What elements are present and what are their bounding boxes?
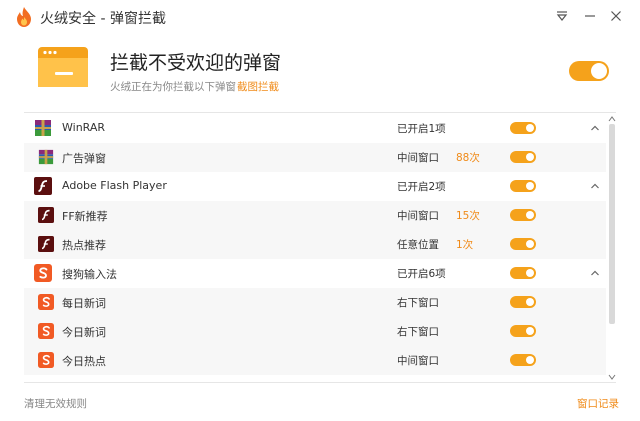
chevron-up-icon[interactable] — [589, 122, 601, 134]
rule-row[interactable]: 热点推荐 任意位置 1次 — [24, 230, 606, 259]
chevron-up-icon[interactable] — [589, 180, 601, 192]
page-subtitle: 火绒正在为你拦截以下弹窗 — [110, 81, 236, 93]
rule-switch[interactable] — [510, 296, 536, 308]
app-name: 搜狗输入法 — [62, 268, 117, 281]
rule-name: 今日热点 — [62, 355, 106, 368]
rule-name: 广告弹窗 — [62, 152, 106, 165]
master-switch-knob — [591, 63, 607, 79]
sogou-icon — [38, 294, 54, 310]
popup-rule-list: WinRAR 已开启1项 广告弹窗 中间窗口 88次 Adobe Flash Player… — [24, 114, 606, 382]
rule-switch[interactable] — [510, 354, 536, 366]
header: 拦截不受欢迎的弹窗 火绒正在为你拦截以下弹窗 截图拦截 — [0, 34, 640, 110]
rule-name: FF新推荐 — [62, 210, 108, 223]
scroll-thumb[interactable] — [609, 124, 615, 324]
popup-position: 中间窗口 — [397, 210, 439, 222]
window-title: 火绒安全 - 弹窗拦截 — [40, 11, 166, 27]
screenshot-block-link[interactable]: 截图拦截 — [237, 79, 279, 94]
popup-position: 右下窗口 — [397, 297, 439, 309]
switch-knob — [526, 240, 534, 248]
app-name: Adobe Flash Player — [62, 179, 167, 192]
rule-name: 每日新词 — [62, 297, 106, 310]
master-switch-track — [569, 61, 609, 81]
switch-track — [510, 238, 536, 250]
rule-row[interactable]: 广告弹窗 中间窗口 88次 — [24, 143, 606, 172]
master-switch[interactable] — [569, 61, 609, 81]
switch-track — [510, 122, 536, 134]
menu-dropdown-icon — [556, 11, 568, 21]
switch-track — [510, 209, 536, 221]
scrollbar[interactable] — [607, 114, 616, 382]
huorong-logo-icon — [17, 7, 31, 27]
menu-dropdown-button[interactable] — [554, 8, 570, 24]
switch-track — [510, 267, 536, 279]
rule-switch[interactable] — [510, 151, 536, 163]
app-switch[interactable] — [510, 267, 536, 279]
switch-knob — [526, 298, 534, 306]
switch-knob — [526, 211, 534, 219]
enabled-count: 已开启6项 — [397, 268, 446, 280]
close-icon — [611, 11, 621, 21]
popup-position: 中间窗口 — [397, 152, 439, 164]
switch-knob — [526, 153, 534, 161]
app-switch[interactable] — [510, 122, 536, 134]
sogou-icon — [38, 323, 54, 339]
app-switch[interactable] — [510, 180, 536, 192]
popup-position: 右下窗口 — [397, 326, 439, 338]
winrar-icon — [34, 119, 52, 137]
scroll-up-icon[interactable] — [608, 115, 616, 123]
rule-row[interactable]: 每日新词 右下窗口 — [24, 288, 606, 317]
app-group-row[interactable]: WinRAR 已开启1项 — [24, 114, 606, 143]
chevron-up-icon[interactable] — [589, 267, 601, 279]
rule-switch[interactable] — [510, 209, 536, 221]
flash-icon — [38, 207, 54, 223]
switch-knob — [526, 182, 534, 190]
page-title: 拦截不受欢迎的弹窗 — [110, 52, 282, 74]
switch-knob — [526, 124, 534, 132]
scroll-down-icon[interactable] — [608, 373, 616, 381]
flash-icon — [38, 236, 54, 252]
popup-position: 中间窗口 — [397, 355, 439, 367]
switch-track — [510, 180, 536, 192]
switch-track — [510, 354, 536, 366]
switch-knob — [526, 356, 534, 364]
minimize-icon — [585, 15, 595, 17]
rule-switch[interactable] — [510, 238, 536, 250]
close-button[interactable] — [608, 8, 624, 24]
winrar-icon — [38, 149, 54, 165]
switch-knob — [526, 269, 534, 277]
enabled-count: 已开启2项 — [397, 181, 446, 193]
rule-name: 热点推荐 — [62, 239, 106, 252]
app-group-row[interactable]: Adobe Flash Player 已开启2项 — [24, 172, 606, 201]
rule-row[interactable]: 今日新词 右下窗口 — [24, 317, 606, 346]
block-count: 15次 — [456, 210, 480, 222]
block-count: 1次 — [456, 239, 474, 251]
app-name: WinRAR — [62, 121, 106, 134]
switch-track — [510, 151, 536, 163]
popup-window-icon — [38, 47, 88, 87]
minimize-button[interactable] — [582, 8, 598, 24]
footer-divider — [24, 382, 616, 383]
title-bar: 火绒安全 - 弹窗拦截 — [0, 0, 640, 34]
clean-invalid-rules-link[interactable]: 清理无效规则 — [24, 396, 87, 411]
window-records-link[interactable]: 窗口记录 — [577, 396, 619, 411]
header-divider — [24, 112, 616, 113]
switch-track — [510, 325, 536, 337]
flash-icon — [34, 177, 52, 195]
rule-row[interactable]: FF新推荐 中间窗口 15次 — [24, 201, 606, 230]
enabled-count: 已开启1项 — [397, 123, 446, 135]
popup-position: 任意位置 — [397, 239, 439, 251]
switch-knob — [526, 327, 534, 335]
rule-row[interactable]: 今日热点 中间窗口 — [24, 346, 606, 375]
rule-name: 今日新词 — [62, 326, 106, 339]
block-count: 88次 — [456, 152, 480, 164]
sogou-icon — [38, 352, 54, 368]
sogou-icon — [34, 264, 52, 282]
rule-switch[interactable] — [510, 325, 536, 337]
switch-track — [510, 296, 536, 308]
app-group-row[interactable]: 搜狗输入法 已开启6项 — [24, 259, 606, 288]
